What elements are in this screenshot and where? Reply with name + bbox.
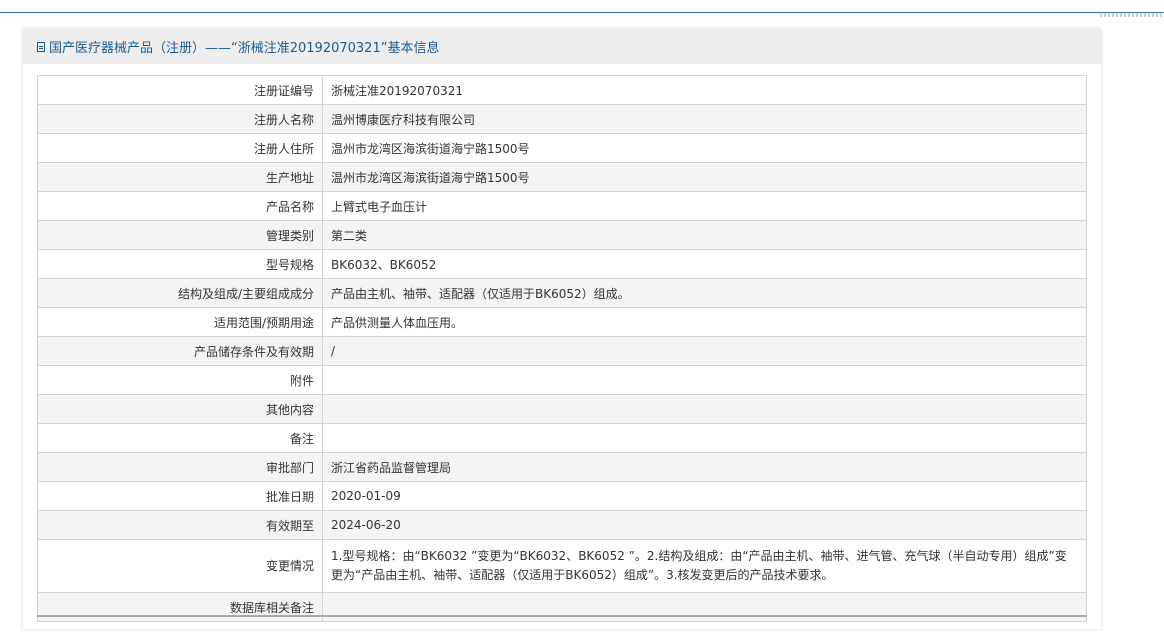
info-table: 注册证编号 浙械注准20192070321 注册人名称 温州博康医疗科技有限公司 注… <box>37 75 1087 622</box>
row-value: 2024-06-20 <box>322 510 1087 540</box>
document-icon <box>37 41 45 52</box>
top-divider-dots <box>1100 13 1164 17</box>
row-label: 审批部门 <box>37 452 323 482</box>
row-label: 管理类别 <box>37 220 323 250</box>
table-bottom-border <box>37 615 1087 617</box>
row-value <box>322 394 1087 424</box>
row-value: 上臂式电子血压计 <box>322 191 1087 221</box>
row-value: 产品由主机、袖带、适配器（仅适用于BK6052）组成。 <box>322 278 1087 308</box>
table-row: 其他内容 <box>37 394 1087 424</box>
row-label: 数据库相关备注 <box>37 592 323 622</box>
table-row: 适用范围/预期用途 产品供测量人体血压用。 <box>37 307 1087 337</box>
table-row: 产品名称 上臂式电子血压计 <box>37 191 1087 221</box>
row-label: 注册人名称 <box>37 104 323 134</box>
table-row: 注册证编号 浙械注准20192070321 <box>37 75 1087 105</box>
row-value: 2020-01-09 <box>322 481 1087 511</box>
row-label: 型号规格 <box>37 249 323 279</box>
row-label: 生产地址 <box>37 162 323 192</box>
table-row: 批准日期 2020-01-09 <box>37 481 1087 511</box>
row-value: 温州市龙湾区海滨街道海宁路1500号 <box>322 162 1087 192</box>
table-row: 附件 <box>37 365 1087 395</box>
row-label: 产品储存条件及有效期 <box>37 336 323 366</box>
row-value: BK6032、BK6052 <box>322 249 1087 279</box>
row-value: 温州博康医疗科技有限公司 <box>322 104 1087 134</box>
table-row: 注册人住所 温州市龙湾区海滨街道海宁路1500号 <box>37 133 1087 163</box>
row-value: 温州市龙湾区海滨街道海宁路1500号 <box>322 133 1087 163</box>
table-row: 产品储存条件及有效期 / <box>37 336 1087 366</box>
row-label: 批准日期 <box>37 481 323 511</box>
info-panel: 国产医疗器械产品（注册）——“浙械注准20192070321”基本信息 注册证编… <box>23 29 1101 629</box>
row-label: 结构及组成/主要组成成分 <box>37 278 323 308</box>
row-value <box>322 592 1087 622</box>
row-label: 变更情况 <box>37 539 323 593</box>
row-label: 备注 <box>37 423 323 453</box>
table-row: 结构及组成/主要组成成分 产品由主机、袖带、适配器（仅适用于BK6052）组成。 <box>37 278 1087 308</box>
row-label: 注册证编号 <box>37 75 323 105</box>
row-value <box>322 365 1087 395</box>
row-value <box>322 423 1087 453</box>
table-row: 注册人名称 温州博康医疗科技有限公司 <box>37 104 1087 134</box>
row-value: 第二类 <box>322 220 1087 250</box>
panel-title: 国产医疗器械产品（注册）——“浙械注准20192070321”基本信息 <box>49 41 440 56</box>
panel-header: 国产医疗器械产品（注册）——“浙械注准20192070321”基本信息 <box>23 29 1101 64</box>
row-value: 浙江省药品监督管理局 <box>322 452 1087 482</box>
row-label: 有效期至 <box>37 510 323 540</box>
row-value: 产品供测量人体血压用。 <box>322 307 1087 337</box>
table-row: 有效期至 2024-06-20 <box>37 510 1087 540</box>
row-label: 适用范围/预期用途 <box>37 307 323 337</box>
table-row: 型号规格 BK6032、BK6052 <box>37 249 1087 279</box>
row-value: 浙械注准20192070321 <box>322 75 1087 105</box>
table-row: 审批部门 浙江省药品监督管理局 <box>37 452 1087 482</box>
row-label: 附件 <box>37 365 323 395</box>
row-label: 注册人住所 <box>37 133 323 163</box>
row-label: 产品名称 <box>37 191 323 221</box>
top-divider <box>0 12 1164 13</box>
table-row: 数据库相关备注 <box>37 592 1087 622</box>
table-row: 备注 <box>37 423 1087 453</box>
table-row: 变更情况 1.型号规格：由“BK6032 ”变更为“BK6032、BK6052 ”… <box>37 539 1087 593</box>
row-value: / <box>322 336 1087 366</box>
table-row: 管理类别 第二类 <box>37 220 1087 250</box>
table-row: 生产地址 温州市龙湾区海滨街道海宁路1500号 <box>37 162 1087 192</box>
row-value: 1.型号规格：由“BK6032 ”变更为“BK6032、BK6052 ”。2.结… <box>322 539 1087 593</box>
row-label: 其他内容 <box>37 394 323 424</box>
